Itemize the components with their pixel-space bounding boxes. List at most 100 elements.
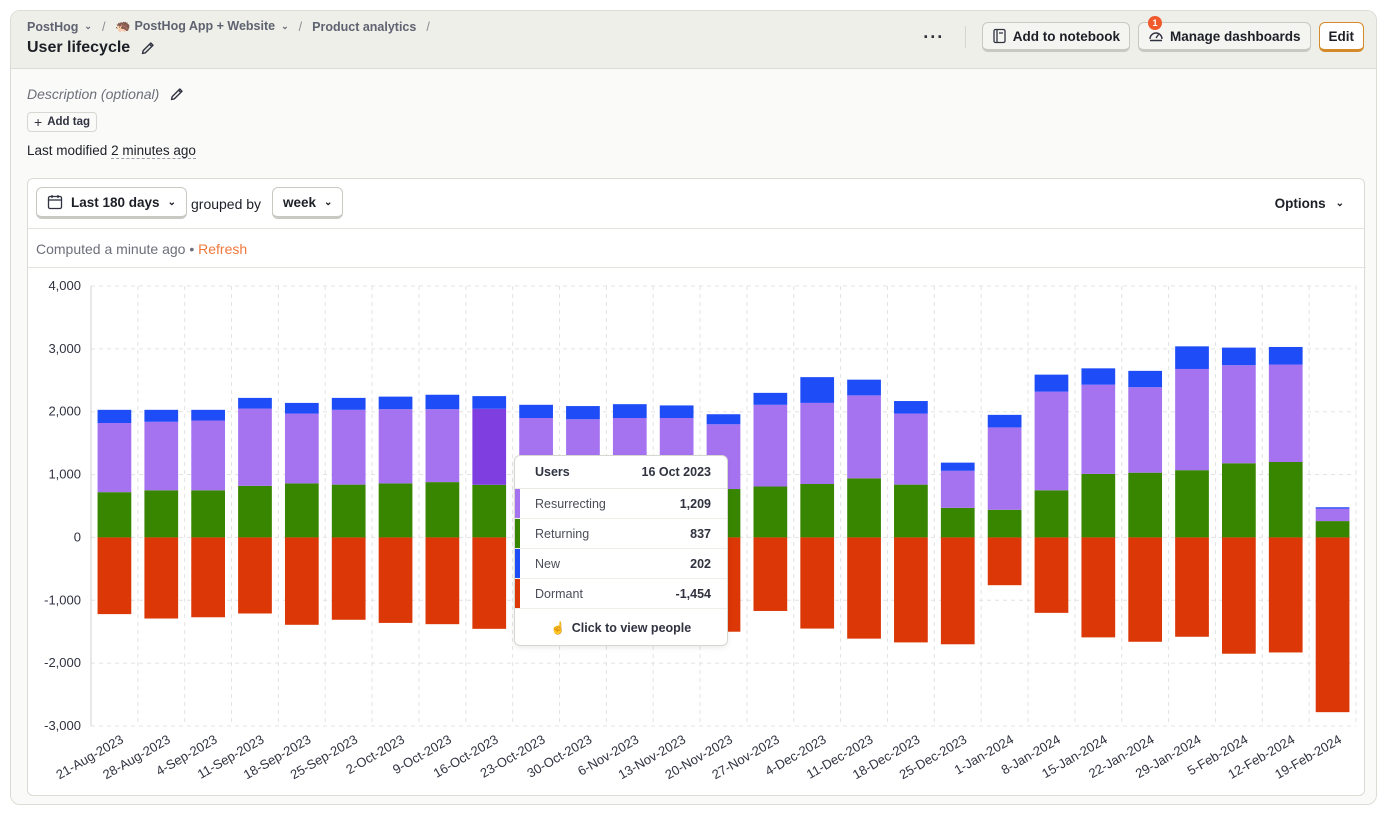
bar-new (894, 401, 928, 414)
view-people-link[interactable]: ☝ Click to view people (515, 609, 727, 645)
bar-new (1034, 374, 1069, 392)
bar-resurrecting (97, 423, 132, 493)
bar-resurrecting (191, 420, 225, 491)
bar-resurrecting (800, 402, 835, 484)
bar-returning (331, 484, 366, 538)
bar-returning (847, 478, 881, 538)
tooltip-row-dormant: Dormant -1,454 (515, 579, 727, 609)
edit-description-pencil-icon[interactable] (169, 86, 185, 102)
bar-dormant (1268, 537, 1303, 653)
bar-resurrecting (1034, 391, 1069, 491)
bar-resurrecting (894, 413, 928, 485)
manage-dashboards-button[interactable]: 1 Manage dashboards (1137, 16, 1311, 52)
bar-resurrecting (1175, 368, 1209, 471)
page-title: User lifecycle (27, 39, 156, 57)
pointer-hand-icon: ☝ (550, 621, 566, 635)
bar-resurrecting (425, 409, 460, 483)
bar-resurrecting (144, 421, 179, 491)
breadcrumb: PostHog ⌄ / 🦔 PostHog App + Website ⌄ / … (27, 19, 434, 34)
y-tick-label: 1,000 (48, 467, 81, 482)
bar-dormant (800, 537, 835, 629)
notebook-icon (993, 28, 1006, 44)
options-button[interactable]: Options ⌄ (1275, 196, 1344, 211)
insight-card: Last 180 days ⌄ grouped by week ⌄ Option… (27, 178, 1366, 796)
bar-dormant (238, 537, 272, 614)
chevron-down-icon: ⌄ (167, 196, 176, 208)
y-tick-label: -3,000 (44, 718, 81, 733)
bar-dormant (425, 537, 460, 625)
bar-resurrecting (284, 413, 319, 484)
bar-resurrecting (472, 408, 507, 485)
interval-select[interactable]: week ⌄ (272, 187, 344, 219)
bar-dormant (472, 537, 507, 629)
bar-returning (97, 492, 132, 538)
add-tag-label: Add tag (47, 116, 90, 128)
bar-dormant (753, 537, 788, 611)
add-tag-button[interactable]: + Add tag (27, 112, 97, 132)
bar-dormant (987, 537, 1022, 586)
edit-button[interactable]: Edit (1318, 22, 1364, 52)
bar-resurrecting (331, 409, 366, 485)
plus-icon: + (34, 114, 43, 130)
bar-new (144, 409, 179, 422)
bar-new (519, 404, 553, 418)
tooltip-swatch (515, 519, 520, 548)
breadcrumb-org[interactable]: PostHog ⌄ (27, 20, 92, 34)
bar-returning (378, 483, 413, 538)
y-tick-label: 3,000 (48, 341, 81, 356)
tooltip-swatch (515, 549, 520, 578)
chart-tooltip: Users 16 Oct 2023 Resurrecting 1,209 Ret… (514, 455, 728, 646)
breadcrumb-project[interactable]: 🦔 PostHog App + Website ⌄ (115, 19, 288, 34)
y-tick-label: -1,000 (44, 592, 81, 607)
bar-new (97, 409, 132, 424)
date-range-label: Last 180 days (71, 194, 160, 210)
bar-returning (1315, 521, 1350, 538)
more-options-icon[interactable]: ··· (921, 28, 947, 46)
bar-resurrecting (847, 395, 881, 479)
bar-dormant (378, 537, 413, 623)
breadcrumb-product-analytics[interactable]: Product analytics (312, 20, 416, 34)
bar-dormant (1081, 537, 1116, 638)
bar-returning (1268, 462, 1303, 538)
bar-new (800, 377, 835, 403)
bar-dormant (191, 537, 225, 618)
tooltip-row-label: New (535, 556, 561, 571)
bar-new (191, 409, 225, 421)
bar-returning (1034, 490, 1069, 538)
bar-new (1268, 346, 1303, 365)
insight-page: PostHog ⌄ / 🦔 PostHog App + Website ⌄ / … (10, 10, 1377, 805)
add-to-notebook-button[interactable]: Add to notebook (981, 22, 1130, 52)
bar-resurrecting (987, 427, 1022, 510)
bar-returning (940, 507, 975, 538)
bar-dormant (284, 537, 319, 625)
bar-new (238, 397, 272, 409)
y-tick-label: 0 (74, 529, 81, 544)
bar-returning (1222, 463, 1256, 538)
bar-new (847, 379, 881, 396)
calendar-icon (47, 195, 63, 210)
last-modified: Last modified 2 minutes ago (27, 143, 196, 159)
breadcrumb-separator: / (298, 19, 303, 34)
bar-returning (284, 483, 319, 538)
refresh-link[interactable]: Refresh (198, 241, 247, 257)
insight-controls: Last 180 days ⌄ grouped by week ⌄ Option… (28, 179, 1364, 229)
bar-returning (144, 490, 179, 538)
date-range-select[interactable]: Last 180 days ⌄ (36, 187, 187, 219)
edit-title-pencil-icon[interactable] (140, 40, 156, 56)
y-tick-label: 4,000 (48, 278, 81, 293)
tooltip-row-value: 1,209 (679, 496, 711, 511)
bar-returning (472, 484, 507, 538)
chevron-down-icon: ⌄ (324, 196, 333, 208)
description-field[interactable]: Description (optional) (27, 86, 185, 102)
bar-dormant (1034, 537, 1069, 613)
bar-resurrecting (238, 408, 272, 486)
chevron-down-icon: ⌄ (84, 21, 92, 31)
bar-returning (238, 485, 272, 538)
tooltip-swatch (515, 579, 520, 608)
description-placeholder: Description (optional) (27, 86, 160, 102)
bar-dormant (1315, 537, 1350, 713)
bar-resurrecting (940, 470, 975, 508)
bar-new (1175, 346, 1209, 369)
bar-returning (1175, 470, 1209, 538)
bar-dormant (1222, 537, 1256, 654)
